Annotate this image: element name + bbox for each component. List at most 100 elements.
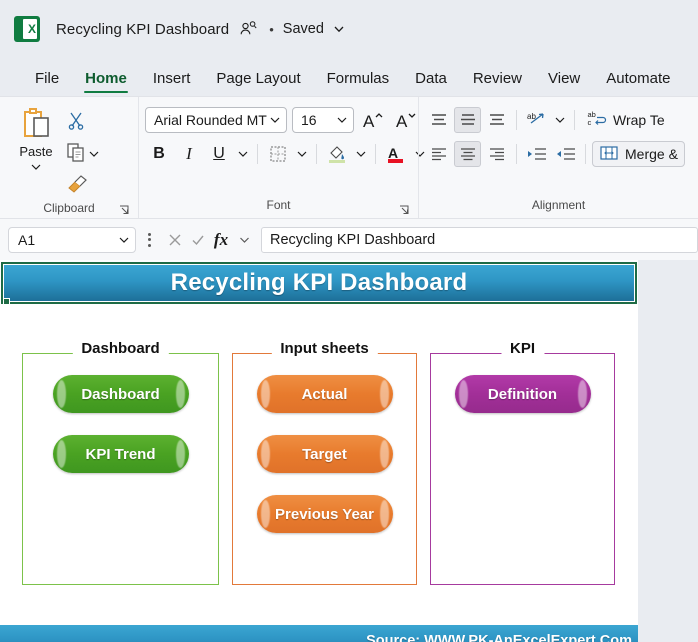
banner-title-text: Recycling KPI Dashboard xyxy=(170,269,468,296)
decrease-font-size-icon[interactable]: A xyxy=(392,107,420,133)
wrap-text-label: Wrap Te xyxy=(613,112,665,128)
align-bottom-icon[interactable] xyxy=(483,107,510,133)
ribbon-tabs: File Home Insert Page Layout Formulas Da… xyxy=(0,58,698,96)
svg-text:c: c xyxy=(588,118,592,127)
tab-automate[interactable]: Automate xyxy=(593,70,683,96)
svg-text:A: A xyxy=(388,145,398,161)
borders-icon[interactable] xyxy=(264,141,292,167)
align-top-icon[interactable] xyxy=(425,107,452,133)
button-previous-year-label: Previous Year xyxy=(275,505,374,523)
merge-and-center-button[interactable]: Merge & xyxy=(592,141,685,167)
paste-icon xyxy=(18,105,54,143)
fill-color-dropdown-chevron-icon[interactable] xyxy=(353,141,369,167)
button-target-label: Target xyxy=(302,445,347,463)
chevron-down-icon[interactable] xyxy=(268,112,282,128)
font-color-icon[interactable]: A xyxy=(382,141,410,167)
paste-label: Paste xyxy=(19,144,53,159)
panel-input-sheets-title: Input sheets xyxy=(271,340,378,357)
title-bar: X Recycling KPI Dashboard • Saved xyxy=(0,0,698,58)
font-size-combobox[interactable]: 16 xyxy=(292,107,354,133)
panel-input-sheets: Input sheets Actual Target Previous Year xyxy=(232,340,417,585)
button-definition[interactable]: Definition xyxy=(454,375,591,413)
button-definition-label: Definition xyxy=(487,385,558,403)
orientation-dropdown-chevron-icon[interactable] xyxy=(552,107,568,133)
formula-bar: A1 fx Recycling KPI Dashboard xyxy=(0,218,698,260)
alignment-group-label: Alignment xyxy=(531,198,586,212)
italic-button[interactable]: I xyxy=(175,141,203,167)
cancel-icon[interactable] xyxy=(164,227,186,253)
format-painter-button[interactable] xyxy=(66,171,124,201)
panel-kpi: KPI Definition xyxy=(430,340,615,585)
banner-fill: Recycling KPI Dashboard xyxy=(4,265,634,301)
copy-button[interactable] xyxy=(66,139,124,169)
borders-dropdown-chevron-icon[interactable] xyxy=(294,141,310,167)
tab-view[interactable]: View xyxy=(535,70,593,96)
insert-function-button[interactable]: fx xyxy=(210,227,232,253)
panel-dashboard-title: Dashboard xyxy=(72,340,169,357)
font-name-value: Arial Rounded MT xyxy=(154,112,267,128)
chevron-down-icon[interactable] xyxy=(335,112,349,128)
tab-insert[interactable]: Insert xyxy=(140,70,204,96)
underline-dropdown-chevron-icon[interactable] xyxy=(235,141,251,167)
panel-dashboard: Dashboard Dashboard KPI Trend xyxy=(22,340,219,585)
formula-input[interactable]: Recycling KPI Dashboard xyxy=(261,226,698,253)
button-dashboard[interactable]: Dashboard xyxy=(52,375,189,413)
dialog-launcher-icon[interactable] xyxy=(118,204,130,216)
tab-page-layout[interactable]: Page Layout xyxy=(203,70,313,96)
cut-button[interactable] xyxy=(66,107,124,137)
align-middle-icon[interactable] xyxy=(454,107,481,133)
button-kpi-trend[interactable]: KPI Trend xyxy=(52,435,189,473)
confirm-icon[interactable] xyxy=(187,227,209,253)
tab-file[interactable]: File xyxy=(22,70,72,96)
button-kpi-trend-label: KPI Trend xyxy=(85,445,156,463)
decrease-indent-icon[interactable] xyxy=(523,141,550,167)
svg-text:A: A xyxy=(363,112,375,131)
button-previous-year[interactable]: Previous Year xyxy=(256,495,393,533)
person-badge-icon[interactable] xyxy=(239,20,257,38)
bold-button[interactable]: B xyxy=(145,141,173,167)
save-status-label[interactable]: Saved xyxy=(283,21,324,37)
more-options-icon[interactable] xyxy=(138,227,160,253)
font-group-label: Font xyxy=(145,198,412,218)
source-text: Source: WWW.PK-AnExcelExpert.Com xyxy=(366,633,632,642)
tab-home[interactable]: Home xyxy=(72,70,140,96)
clipboard-group-label: Clipboard xyxy=(6,201,132,218)
paste-button[interactable]: Paste xyxy=(6,103,66,177)
button-actual-label: Actual xyxy=(301,385,348,403)
button-actual[interactable]: Actual xyxy=(256,375,393,413)
underline-button[interactable]: U xyxy=(205,141,233,167)
fill-color-icon[interactable] xyxy=(323,141,351,167)
format-painter-icon xyxy=(66,174,88,199)
tab-formulas[interactable]: Formulas xyxy=(314,70,403,96)
increase-indent-icon[interactable] xyxy=(552,141,579,167)
ribbon-group-clipboard: Paste Clipboard xyxy=(0,97,138,218)
copy-dropdown-chevron-icon[interactable] xyxy=(86,141,102,167)
name-box[interactable]: A1 xyxy=(8,226,136,253)
button-target[interactable]: Target xyxy=(256,435,393,473)
wrap-text-button[interactable]: ab c Wrap Te xyxy=(581,107,671,133)
wrap-text-icon: ab c xyxy=(587,109,607,132)
svg-text:A: A xyxy=(396,112,408,131)
paste-dropdown-chevron-icon[interactable] xyxy=(29,159,43,177)
chevron-down-icon[interactable] xyxy=(117,232,131,248)
excel-logo-icon: X xyxy=(14,16,40,42)
text-orientation-icon[interactable]: ab xyxy=(523,107,550,133)
tab-data[interactable]: Data xyxy=(402,70,460,96)
chevron-down-icon[interactable] xyxy=(332,22,346,36)
align-right-icon[interactable] xyxy=(483,141,510,167)
font-name-combobox[interactable]: Arial Rounded MT xyxy=(145,107,287,133)
document-title[interactable]: Recycling KPI Dashboard xyxy=(56,21,229,38)
copy-icon xyxy=(66,142,86,167)
chevron-down-icon[interactable] xyxy=(233,227,255,253)
navigation-panels: Dashboard Dashboard KPI Trend Input shee… xyxy=(22,340,617,585)
dashboard-title-banner[interactable]: Recycling KPI Dashboard xyxy=(0,262,638,305)
tab-review[interactable]: Review xyxy=(460,70,535,96)
increase-font-size-icon[interactable]: A xyxy=(359,107,387,133)
dialog-launcher-icon[interactable] xyxy=(398,204,410,216)
button-dashboard-label: Dashboard xyxy=(81,385,160,403)
source-footer-band: Source: WWW.PK-AnExcelExpert.Com xyxy=(0,625,638,642)
align-center-icon[interactable] xyxy=(454,141,481,167)
align-left-icon[interactable] xyxy=(425,141,452,167)
merge-label: Merge & xyxy=(625,146,678,162)
font-size-value: 16 xyxy=(301,112,317,128)
